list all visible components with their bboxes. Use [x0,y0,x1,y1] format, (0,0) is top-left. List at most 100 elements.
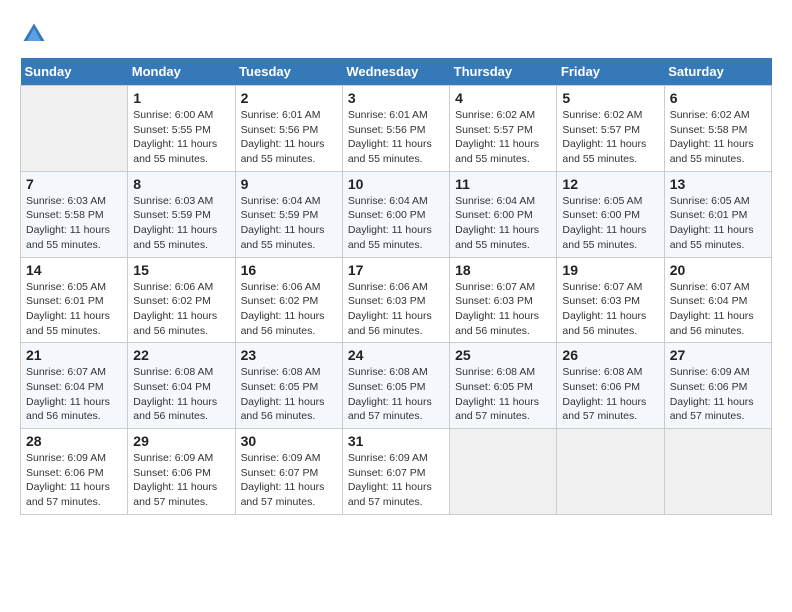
day-info: Sunrise: 6:03 AM Sunset: 5:59 PM Dayligh… [133,194,229,253]
week-row-1: 1 Sunrise: 6:00 AM Sunset: 5:55 PM Daylig… [21,86,772,172]
day-cell: 28 Sunrise: 6:09 AM Sunset: 6:06 PM Dayli… [21,429,128,515]
day-cell: 11 Sunrise: 6:04 AM Sunset: 6:00 PM Dayli… [450,171,557,257]
day-number: 23 [241,347,337,363]
day-cell: 4 Sunrise: 6:02 AM Sunset: 5:57 PM Daylig… [450,86,557,172]
day-cell: 14 Sunrise: 6:05 AM Sunset: 6:01 PM Dayli… [21,257,128,343]
day-number: 3 [348,90,444,106]
day-info: Sunrise: 6:04 AM Sunset: 6:00 PM Dayligh… [348,194,444,253]
day-cell [557,429,664,515]
weekday-header-monday: Monday [128,58,235,86]
day-number: 4 [455,90,551,106]
weekday-header-wednesday: Wednesday [342,58,449,86]
day-number: 28 [26,433,122,449]
day-number: 9 [241,176,337,192]
day-number: 12 [562,176,658,192]
day-info: Sunrise: 6:09 AM Sunset: 6:06 PM Dayligh… [26,451,122,510]
day-info: Sunrise: 6:01 AM Sunset: 5:56 PM Dayligh… [348,108,444,167]
day-cell: 7Sunrise: 6:03 AM Sunset: 5:58 PM Daylig… [21,171,128,257]
day-info: Sunrise: 6:07 AM Sunset: 6:04 PM Dayligh… [26,365,122,424]
day-info: Sunrise: 6:05 AM Sunset: 6:01 PM Dayligh… [26,280,122,339]
weekday-header-thursday: Thursday [450,58,557,86]
day-info: Sunrise: 6:09 AM Sunset: 6:07 PM Dayligh… [348,451,444,510]
day-cell: 3 Sunrise: 6:01 AM Sunset: 5:56 PM Daylig… [342,86,449,172]
day-number: 15 [133,262,229,278]
day-info: Sunrise: 6:07 AM Sunset: 6:03 PM Dayligh… [562,280,658,339]
day-number: 31 [348,433,444,449]
page-header [20,20,772,48]
day-cell: 24Sunrise: 6:08 AM Sunset: 6:05 PM Dayli… [342,343,449,429]
day-info: Sunrise: 6:04 AM Sunset: 5:59 PM Dayligh… [241,194,337,253]
day-cell: 6Sunrise: 6:02 AM Sunset: 5:58 PM Daylig… [664,86,771,172]
day-cell: 12 Sunrise: 6:05 AM Sunset: 6:00 PM Dayli… [557,171,664,257]
day-cell: 22Sunrise: 6:08 AM Sunset: 6:04 PM Dayli… [128,343,235,429]
day-info: Sunrise: 6:02 AM Sunset: 5:58 PM Dayligh… [670,108,766,167]
day-cell: 27 Sunrise: 6:09 AM Sunset: 6:06 PM Dayli… [664,343,771,429]
day-number: 10 [348,176,444,192]
day-number: 21 [26,347,122,363]
day-info: Sunrise: 6:09 AM Sunset: 6:07 PM Dayligh… [241,451,337,510]
day-cell [21,86,128,172]
day-cell: 25Sunrise: 6:08 AM Sunset: 6:05 PM Dayli… [450,343,557,429]
day-info: Sunrise: 6:07 AM Sunset: 6:04 PM Dayligh… [670,280,766,339]
day-number: 1 [133,90,229,106]
day-number: 11 [455,176,551,192]
day-cell: 10 Sunrise: 6:04 AM Sunset: 6:00 PM Dayli… [342,171,449,257]
weekday-header-sunday: Sunday [21,58,128,86]
day-info: Sunrise: 6:02 AM Sunset: 5:57 PM Dayligh… [455,108,551,167]
week-row-3: 14 Sunrise: 6:05 AM Sunset: 6:01 PM Dayli… [21,257,772,343]
day-number: 18 [455,262,551,278]
day-info: Sunrise: 6:02 AM Sunset: 5:57 PM Dayligh… [562,108,658,167]
day-number: 7 [26,176,122,192]
week-row-4: 21 Sunrise: 6:07 AM Sunset: 6:04 PM Dayli… [21,343,772,429]
day-info: Sunrise: 6:06 AM Sunset: 6:03 PM Dayligh… [348,280,444,339]
day-cell: 23 Sunrise: 6:08 AM Sunset: 6:05 PM Dayli… [235,343,342,429]
day-number: 26 [562,347,658,363]
day-info: Sunrise: 6:06 AM Sunset: 6:02 PM Dayligh… [241,280,337,339]
day-cell: 13 Sunrise: 6:05 AM Sunset: 6:01 PM Dayli… [664,171,771,257]
day-cell: 1 Sunrise: 6:00 AM Sunset: 5:55 PM Daylig… [128,86,235,172]
day-number: 16 [241,262,337,278]
day-info: Sunrise: 6:07 AM Sunset: 6:03 PM Dayligh… [455,280,551,339]
day-info: Sunrise: 6:01 AM Sunset: 5:56 PM Dayligh… [241,108,337,167]
logo [20,20,50,48]
day-cell: 18 Sunrise: 6:07 AM Sunset: 6:03 PM Dayli… [450,257,557,343]
day-cell: 21 Sunrise: 6:07 AM Sunset: 6:04 PM Dayli… [21,343,128,429]
day-info: Sunrise: 6:08 AM Sunset: 6:06 PM Dayligh… [562,365,658,424]
day-number: 19 [562,262,658,278]
day-info: Sunrise: 6:05 AM Sunset: 6:01 PM Dayligh… [670,194,766,253]
day-number: 14 [26,262,122,278]
day-cell: 20 Sunrise: 6:07 AM Sunset: 6:04 PM Dayli… [664,257,771,343]
day-info: Sunrise: 6:08 AM Sunset: 6:04 PM Dayligh… [133,365,229,424]
day-number: 25 [455,347,551,363]
day-number: 24 [348,347,444,363]
day-info: Sunrise: 6:04 AM Sunset: 6:00 PM Dayligh… [455,194,551,253]
day-cell: 30 Sunrise: 6:09 AM Sunset: 6:07 PM Dayli… [235,429,342,515]
day-cell: 16 Sunrise: 6:06 AM Sunset: 6:02 PM Dayli… [235,257,342,343]
day-info: Sunrise: 6:05 AM Sunset: 6:00 PM Dayligh… [562,194,658,253]
day-cell: 2 Sunrise: 6:01 AM Sunset: 5:56 PM Daylig… [235,86,342,172]
day-number: 2 [241,90,337,106]
day-info: Sunrise: 6:00 AM Sunset: 5:55 PM Dayligh… [133,108,229,167]
day-cell: 29Sunrise: 6:09 AM Sunset: 6:06 PM Dayli… [128,429,235,515]
day-info: Sunrise: 6:08 AM Sunset: 6:05 PM Dayligh… [241,365,337,424]
day-cell [664,429,771,515]
weekday-header-friday: Friday [557,58,664,86]
day-number: 5 [562,90,658,106]
day-cell: 9 Sunrise: 6:04 AM Sunset: 5:59 PM Daylig… [235,171,342,257]
day-info: Sunrise: 6:09 AM Sunset: 6:06 PM Dayligh… [670,365,766,424]
day-cell: 17Sunrise: 6:06 AM Sunset: 6:03 PM Dayli… [342,257,449,343]
day-cell [450,429,557,515]
day-cell: 26 Sunrise: 6:08 AM Sunset: 6:06 PM Dayli… [557,343,664,429]
day-cell: 8 Sunrise: 6:03 AM Sunset: 5:59 PM Daylig… [128,171,235,257]
day-number: 20 [670,262,766,278]
day-info: Sunrise: 6:06 AM Sunset: 6:02 PM Dayligh… [133,280,229,339]
day-cell: 15 Sunrise: 6:06 AM Sunset: 6:02 PM Dayli… [128,257,235,343]
day-number: 27 [670,347,766,363]
logo-icon [20,20,48,48]
day-number: 8 [133,176,229,192]
day-cell: 5 Sunrise: 6:02 AM Sunset: 5:57 PM Daylig… [557,86,664,172]
day-number: 13 [670,176,766,192]
day-number: 30 [241,433,337,449]
weekday-header-saturday: Saturday [664,58,771,86]
day-cell: 31 Sunrise: 6:09 AM Sunset: 6:07 PM Dayli… [342,429,449,515]
